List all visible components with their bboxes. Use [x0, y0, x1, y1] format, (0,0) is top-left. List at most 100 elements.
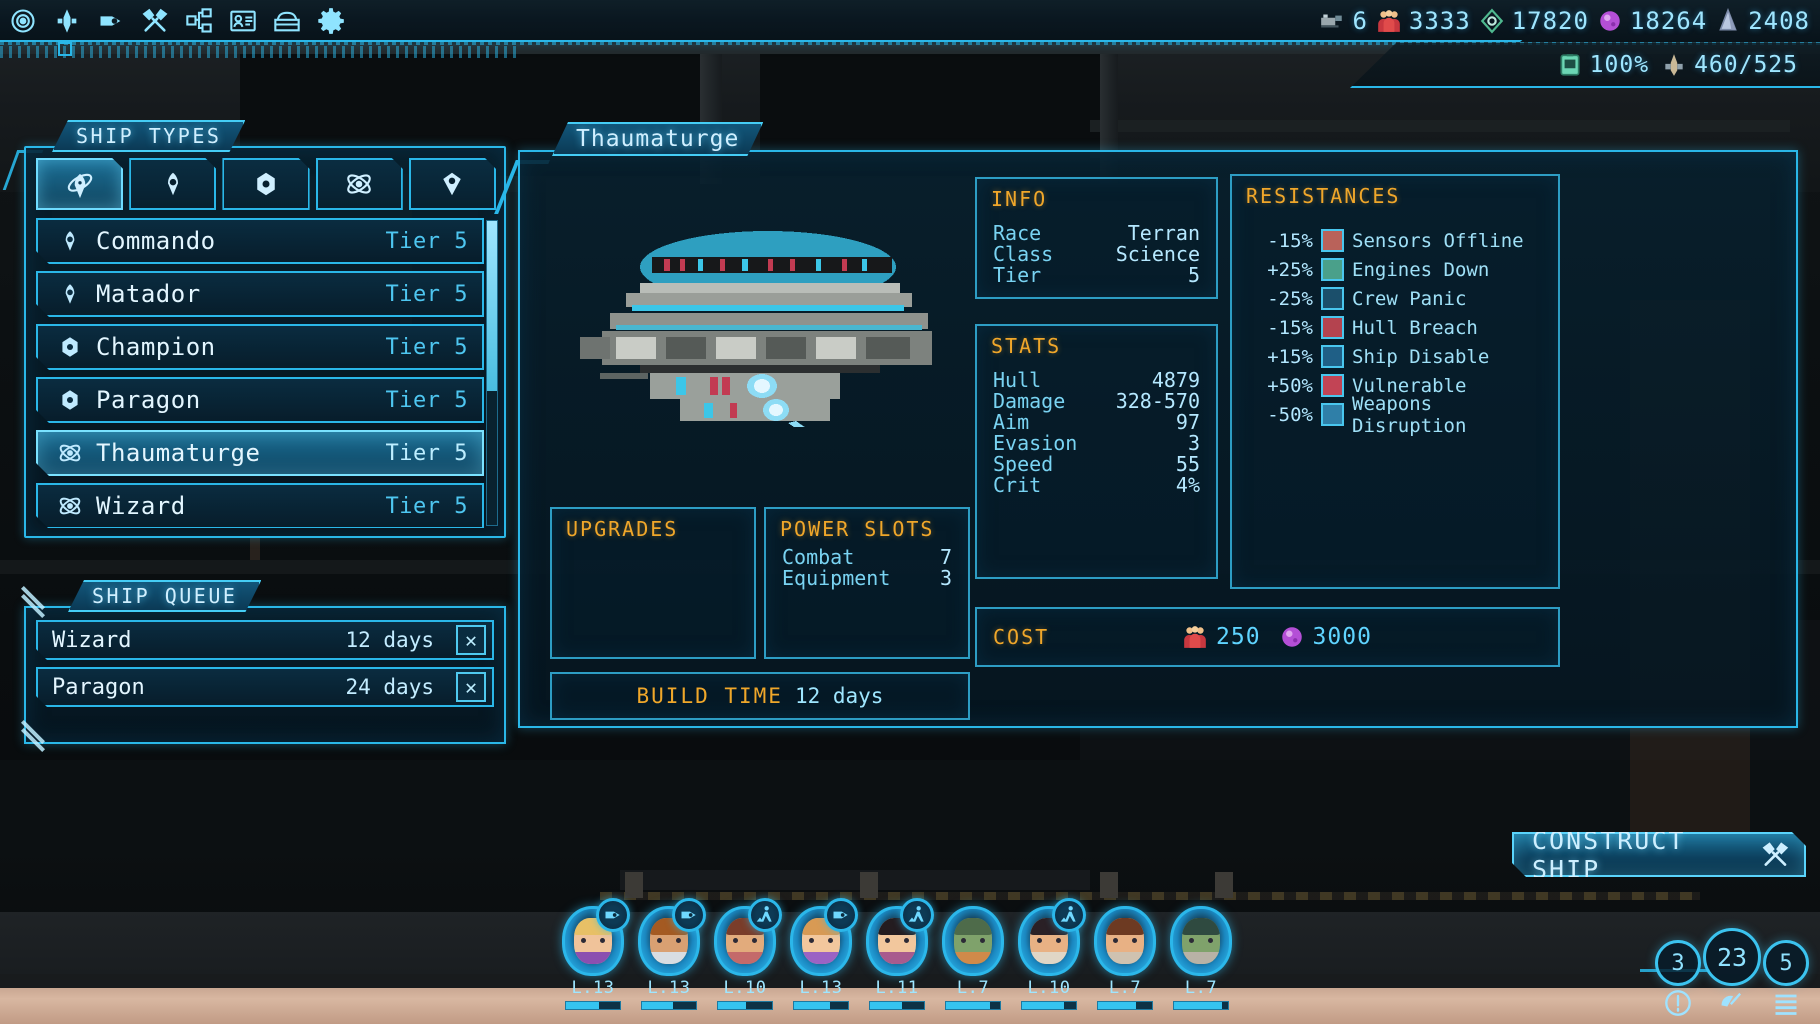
resistance-percent: +25% [1267, 258, 1313, 281]
stat-label: Hull [993, 368, 1042, 392]
tab-science[interactable] [316, 158, 403, 210]
crew-xp-bar [641, 1001, 697, 1010]
tab-defense[interactable] [222, 158, 309, 210]
tab-assault[interactable] [129, 158, 216, 210]
hud-dot-strip [0, 46, 520, 58]
build-time-panel: BUILD TIME 12 days [550, 672, 970, 720]
ship-type-row-paragon[interactable]: Paragon Tier 5 [36, 377, 484, 423]
queue-cancel-button[interactable]: ✕ [456, 672, 486, 702]
hud-menu-count: 5 [1763, 940, 1809, 986]
radar-icon[interactable] [6, 4, 40, 38]
settings-gear-icon[interactable] [314, 4, 348, 38]
resistance-name: Crew Panic [1352, 287, 1467, 310]
ship-queue-title: SHIP QUEUE [68, 580, 261, 612]
ship-type-row-commando[interactable]: Commando Tier 5 [36, 218, 484, 264]
chevron-shield-icon [50, 228, 90, 254]
fleet-icon[interactable] [50, 4, 84, 38]
crew-portrait[interactable]: L.11 [864, 898, 934, 1010]
ship-type-row-wizard[interactable]: Wizard Tier 5 [36, 483, 484, 528]
resource-value: 18264 [1629, 7, 1708, 35]
stat-label: Crit [993, 473, 1042, 497]
ship-type-row-matador[interactable]: Matador Tier 5 [36, 271, 484, 317]
crew-ring [1018, 898, 1086, 976]
crew-roster-icon[interactable] [226, 4, 260, 38]
ship-type-tier: Tier 5 [385, 493, 468, 519]
ship-icon[interactable] [94, 4, 128, 38]
ship-assign-icon[interactable] [672, 898, 706, 932]
queue-ship-name: Paragon [52, 674, 145, 700]
crew-portrait[interactable]: L.10 [712, 898, 782, 1010]
avatar [954, 918, 992, 964]
crew-portrait[interactable]: L.7 [940, 906, 1006, 1010]
ship-assign-icon[interactable] [824, 898, 858, 932]
ship-list-scroll-thumb[interactable] [487, 221, 497, 391]
info-row: Class Science [977, 244, 1216, 265]
crew-xp-bar [1173, 1001, 1229, 1010]
power-slot-label: Combat [782, 545, 855, 569]
hud-menu[interactable]: 5 [1760, 940, 1812, 1020]
tab-all[interactable] [36, 158, 123, 210]
crew-portrait[interactable]: L.13 [788, 898, 858, 1010]
stat-value: 97 [1175, 410, 1200, 434]
crew-level: L.7 [956, 978, 990, 998]
stat-row: Evasion 3 [977, 433, 1216, 454]
top-bar: 6 3333 17820 18264 2408 [0, 0, 1820, 45]
crew-portrait[interactable]: L.13 [560, 898, 630, 1010]
crew-portrait[interactable]: L.13 [636, 898, 706, 1010]
tech-tree-icon[interactable] [182, 4, 216, 38]
ship-type-name: Champion [96, 333, 216, 361]
backdrop-girder [1090, 120, 1790, 132]
resistance-row: -50% Weapons Disruption [1232, 393, 1558, 437]
stat-row: Damage 328-570 [977, 391, 1216, 412]
crew-portrait[interactable]: L.7 [1168, 906, 1234, 1010]
ship-type-row-thaumaturge[interactable]: Thaumaturge Tier 5 [36, 430, 484, 476]
cargo-icon[interactable] [270, 4, 304, 38]
hud-research[interactable]: 23 [1703, 928, 1761, 1020]
work-assign-icon[interactable] [1052, 898, 1086, 932]
queue-cancel-button[interactable]: ✕ [456, 625, 486, 655]
ship-queue-row[interactable]: Paragon 24 days ✕ [36, 667, 494, 707]
vulnerable-icon [1321, 374, 1344, 397]
crew-portrait[interactable]: L.7 [1092, 906, 1158, 1010]
resistance-name: Sensors Offline [1352, 229, 1524, 252]
resistance-percent: -25% [1267, 287, 1313, 310]
tab-support[interactable] [409, 158, 496, 210]
thaumaturge-ship-sprite [580, 197, 950, 439]
crew-level: L.10 [723, 978, 767, 998]
ship-type-name: Thaumaturge [96, 439, 261, 467]
bottom-right-hud: 3 23 5 [1652, 928, 1812, 1020]
crew-xp-bar [565, 1001, 621, 1010]
crew-xp-bar [869, 1001, 925, 1010]
hud-alerts[interactable]: 3 [1652, 940, 1704, 1020]
fleet-power-icon [1665, 53, 1683, 76]
ship-type-row-champion[interactable]: Champion Tier 5 [36, 324, 484, 370]
resistance-percent: -15% [1267, 229, 1313, 252]
work-assign-icon[interactable] [900, 898, 934, 932]
crew-portrait-bar: L.13 L.13 L.10 L.13 L.11 L.7 L.10 L.7 L.7 [560, 898, 1234, 1010]
work-assign-icon[interactable] [748, 898, 782, 932]
ship-type-tier: Tier 5 [385, 440, 468, 466]
hud-dot-marker [58, 42, 72, 56]
construct-tools-icon[interactable] [138, 4, 172, 38]
ship-types-title: SHIP TYPES [52, 120, 245, 152]
crew-level: L.13 [571, 978, 615, 998]
stat-value: 3 [1187, 431, 1200, 455]
radar-dish-icon [1721, 992, 1742, 1007]
crew-portrait[interactable]: L.10 [1016, 898, 1086, 1010]
construct-ship-button[interactable]: CONSTRUCT SHIP [1512, 832, 1806, 877]
resource-value: 17820 [1511, 7, 1589, 35]
backdrop-stanchion [625, 872, 643, 898]
stat-value: 55 [1175, 452, 1200, 476]
crew-ring [638, 898, 706, 976]
crew-ring [942, 906, 1004, 976]
stat-value: 4% [1175, 473, 1200, 497]
nanites-icon [1600, 11, 1620, 31]
ship-list-scrollbar[interactable] [486, 220, 498, 526]
crew-ring [866, 898, 934, 976]
ship-queue-row[interactable]: Wizard 12 days ✕ [36, 620, 494, 660]
power-slot-row: Equipment 3 [766, 568, 968, 589]
resistances-panel: RESISTANCES -15% Sensors Offline +25% Engin… [1230, 174, 1560, 589]
ship-assign-icon[interactable] [596, 898, 630, 932]
info-row: Tier 5 [977, 265, 1216, 286]
ship-types-panel: Commando Tier 5 Matador Tier 5 Champion Tier … [24, 146, 506, 538]
